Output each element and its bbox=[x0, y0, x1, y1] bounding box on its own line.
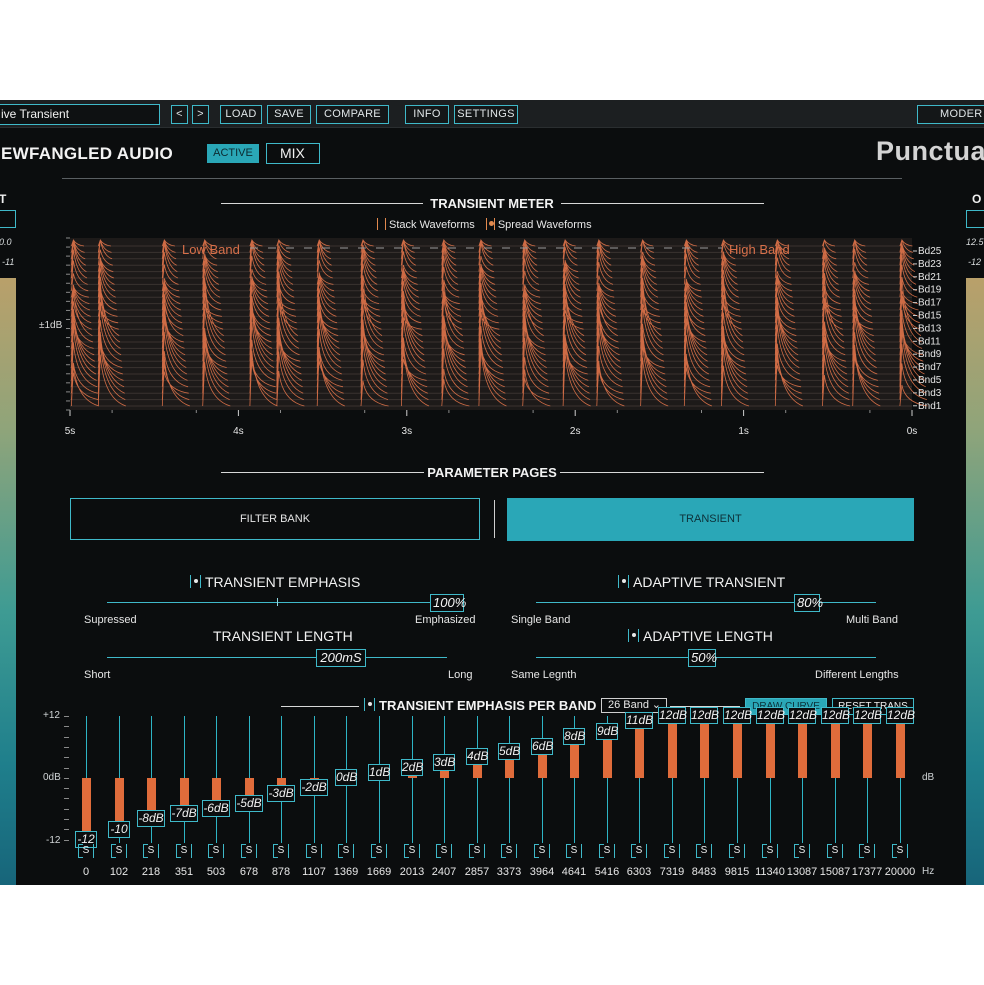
band-gain-value[interactable]: -8dB bbox=[137, 810, 165, 828]
band-solo-button[interactable]: S bbox=[566, 844, 582, 858]
per-band-scale-tick bbox=[64, 746, 69, 748]
per-band-scale-tick bbox=[64, 798, 69, 800]
band-solo-button[interactable]: S bbox=[273, 844, 289, 858]
band-solo-button[interactable]: S bbox=[143, 844, 159, 858]
band-frequency-label: 20000 bbox=[884, 866, 916, 878]
band-gain-bar bbox=[635, 721, 644, 778]
band-solo-button[interactable]: S bbox=[371, 844, 387, 858]
per-band-scale-tick bbox=[64, 829, 69, 831]
band-solo-button[interactable]: S bbox=[501, 844, 517, 858]
band-gain-bar bbox=[733, 716, 742, 778]
band-gain-value[interactable]: 5dB bbox=[498, 743, 520, 761]
band-solo-button[interactable]: S bbox=[664, 844, 680, 858]
band-gain-bar bbox=[831, 716, 840, 778]
per-band-scale-tick bbox=[64, 788, 69, 790]
band-gain-value[interactable]: 3dB bbox=[433, 753, 455, 771]
plugin-window: ive Transient < > LOAD SAVE COMPARE INFO… bbox=[0, 100, 984, 885]
band-solo-button[interactable]: S bbox=[176, 844, 192, 858]
band-solo-button[interactable]: S bbox=[306, 844, 322, 858]
band-gain-value[interactable]: 6dB bbox=[531, 738, 553, 755]
band-gain-value[interactable]: 2dB bbox=[401, 758, 423, 776]
band-gain-value[interactable]: 0dB bbox=[335, 769, 357, 786]
per-band-scale-tick bbox=[64, 757, 69, 759]
per-band-scale-tick bbox=[64, 767, 69, 769]
band-solo-button[interactable]: S bbox=[241, 844, 257, 858]
per-band-controls: -12 S 0 -10 S 102 -8dB S 218 -7dB S 351 -6dB S 503 -5dB… bbox=[0, 100, 984, 885]
band-solo-button[interactable]: S bbox=[859, 844, 875, 858]
band-solo-button[interactable]: S bbox=[469, 844, 485, 858]
band-solo-button[interactable]: S bbox=[338, 844, 354, 858]
band-solo-button[interactable]: S bbox=[534, 844, 550, 858]
band-gain-value[interactable]: -6dB bbox=[202, 800, 230, 817]
per-band-scale-tick bbox=[64, 777, 69, 779]
band-solo-button[interactable]: S bbox=[892, 844, 908, 858]
band-gain-value[interactable]: -7dB bbox=[170, 805, 198, 823]
band-solo-button[interactable]: S bbox=[404, 844, 420, 858]
per-band-scale-tick bbox=[64, 808, 69, 810]
band-gain-value[interactable]: 12dB bbox=[853, 707, 882, 724]
band-fader-track[interactable] bbox=[542, 716, 543, 843]
band-solo-button[interactable]: S bbox=[696, 844, 712, 858]
band-solo-button[interactable]: S bbox=[794, 844, 810, 858]
band-gain-bar bbox=[863, 716, 872, 778]
band-fader-track[interactable] bbox=[509, 716, 510, 843]
per-band-scale-tick bbox=[64, 716, 69, 717]
band-solo-button[interactable]: S bbox=[78, 844, 94, 858]
band-gain-value[interactable]: 11dB bbox=[625, 712, 653, 730]
band-solo-button[interactable]: S bbox=[599, 844, 615, 858]
band-gain-value[interactable]: 8dB bbox=[563, 727, 585, 745]
per-band-scale-tick bbox=[64, 839, 69, 841]
band-gain-bar bbox=[700, 716, 709, 778]
band-solo-button[interactable]: S bbox=[762, 844, 778, 858]
band-gain-value[interactable]: 12dB bbox=[886, 707, 915, 724]
band-solo-button[interactable]: S bbox=[729, 844, 745, 858]
band-gain-value[interactable]: 9dB bbox=[596, 722, 618, 740]
band-solo-button[interactable]: S bbox=[827, 844, 843, 858]
band-gain-value[interactable]: -5dB bbox=[235, 794, 263, 812]
band-gain-value[interactable]: 4dB bbox=[466, 748, 488, 766]
band-gain-bar bbox=[798, 716, 807, 778]
band-solo-button[interactable]: S bbox=[208, 844, 224, 858]
band-gain-bar bbox=[896, 716, 905, 778]
band-solo-button[interactable]: S bbox=[631, 844, 647, 858]
band-gain-value[interactable]: 12dB bbox=[821, 707, 850, 724]
band-gain-value[interactable]: 12dB bbox=[788, 707, 817, 724]
band-gain-value[interactable]: 12dB bbox=[690, 707, 719, 724]
band-gain-bar bbox=[766, 716, 775, 778]
band-fader-track[interactable] bbox=[444, 716, 445, 843]
band-gain-value[interactable]: 12dB bbox=[723, 707, 752, 724]
band-gain-value[interactable]: -10 bbox=[108, 820, 130, 838]
band-solo-button[interactable]: S bbox=[111, 844, 127, 858]
band-gain-value[interactable]: 12dB bbox=[756, 707, 785, 724]
band-solo-button[interactable]: S bbox=[436, 844, 452, 858]
band-gain-value[interactable]: 1dB bbox=[368, 763, 390, 781]
band-gain-value[interactable]: 12dB bbox=[658, 707, 687, 724]
per-band-scale-tick bbox=[64, 819, 69, 820]
band-gain-bar bbox=[668, 716, 677, 778]
per-band-scale-tick bbox=[64, 736, 69, 738]
per-band-scale-tick bbox=[64, 726, 69, 728]
band-gain-value[interactable]: -2dB bbox=[300, 779, 328, 797]
band-fader-track[interactable] bbox=[477, 716, 478, 843]
band-fader-track[interactable] bbox=[412, 716, 413, 843]
band-gain-value[interactable]: -3dB bbox=[267, 784, 295, 802]
